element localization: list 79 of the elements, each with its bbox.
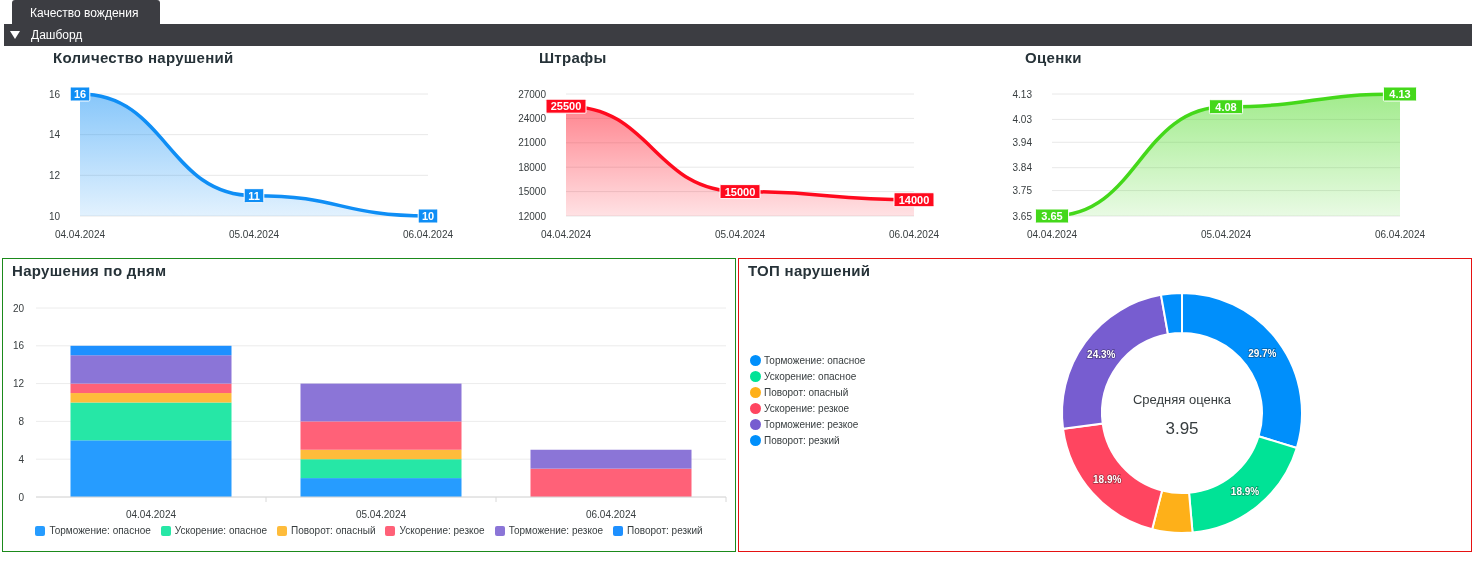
axis-label: 18000 — [518, 161, 546, 173]
axis-label: 12000 — [518, 210, 546, 222]
axis-label: 04.04.2024 — [54, 229, 106, 240]
axis-label: 8 — [18, 415, 24, 427]
axis-label: 05.04.2024 — [355, 509, 407, 520]
axis-label: 06.04.2024 — [888, 229, 940, 240]
axis-label: 3.65 — [1012, 210, 1032, 222]
data-label: 16 — [69, 86, 91, 102]
axis-label: 06.04.2024 — [585, 509, 637, 520]
axis-label: 04.04.2024 — [540, 229, 592, 240]
data-label: 4.08 — [1208, 99, 1244, 115]
axis-label: 06.04.2024 — [1374, 229, 1426, 240]
panel-title: Нарушения по дням — [11, 261, 168, 281]
axis-label: 21000 — [518, 137, 546, 149]
data-label: 4.13 — [1389, 88, 1411, 100]
legend-label: Поворот: резкий — [627, 525, 703, 536]
legend-label: Торможение: резкое — [764, 418, 859, 430]
data-label: 10 — [417, 208, 439, 224]
data-label: 25500 — [550, 100, 582, 113]
legend-label: Торможение: опасное — [764, 354, 866, 366]
slice-label: 18.9% — [1230, 485, 1260, 497]
legend-label: Ускорение: опасное — [174, 525, 268, 536]
axis-label: 3.75 — [1012, 185, 1032, 197]
data-label: 11 — [243, 188, 265, 204]
axis-label: 14 — [48, 129, 60, 141]
data-label: 10 — [421, 210, 435, 222]
legend-label: Поворот: опасный — [764, 386, 849, 398]
axis-label: 04.04.2024 — [1026, 229, 1078, 240]
legend-label: Поворот: резкий — [764, 434, 840, 446]
legend-label: Ускорение: опасное — [764, 370, 857, 382]
axis-label: 3.84 — [1012, 162, 1032, 174]
data-label: 14000 — [893, 192, 935, 208]
data-label: 14000 — [898, 193, 930, 206]
axis-label: 12 — [12, 378, 24, 390]
data-label: 3.65 — [1034, 208, 1070, 224]
axis-label: 05.04.2024 — [714, 229, 766, 240]
axis-label: 20 — [12, 302, 24, 314]
collapse-icon — [10, 30, 20, 40]
axis-label: 05.04.2024 — [1200, 229, 1252, 240]
axis-label: 0 — [18, 491, 24, 503]
axis-label: 16 — [48, 88, 60, 100]
section-header[interactable]: Дашборд — [4, 24, 1472, 46]
chart-title: Количество нарушений — [52, 48, 235, 68]
axis-label: 04.04.2024 — [125, 509, 177, 520]
axis-label: 4.13 — [1012, 88, 1032, 100]
legend-label: Торможение: резкое — [508, 525, 603, 536]
axis-label: 10 — [48, 210, 60, 222]
panel-title: ТОП нарушений — [747, 261, 872, 281]
axis-label: 4 — [18, 453, 24, 465]
legend-label: Торможение: опасное — [49, 525, 151, 536]
data-label: 15000 — [724, 185, 756, 198]
data-label: 4.13 — [1382, 86, 1418, 102]
data-label: 16 — [73, 88, 87, 100]
axis-label: 06.04.2024 — [402, 229, 454, 240]
data-label: 15000 — [719, 184, 761, 200]
section-title: Дашборд — [31, 28, 83, 42]
axis-label: 12 — [48, 169, 60, 181]
data-label: 4.08 — [1215, 100, 1237, 113]
axis-label: 05.04.2024 — [228, 229, 280, 240]
slice-label: 29.7% — [1248, 348, 1277, 360]
center-value: 3.95 — [1165, 419, 1199, 438]
center-label: Средняя оценка — [1132, 392, 1232, 407]
chart-title: Оценки — [1024, 48, 1083, 68]
axis-label: 16 — [12, 340, 24, 352]
data-label: 25500 — [545, 98, 587, 114]
data-label: 11 — [248, 189, 260, 202]
axis-label: 24000 — [518, 112, 546, 124]
tab[interactable]: Качество вождения — [12, 0, 160, 24]
slice-label: 18.9% — [1093, 474, 1122, 486]
slice-label: 24.3% — [1087, 348, 1116, 360]
axis-label: 15000 — [518, 186, 546, 198]
data-label: 3.65 — [1041, 210, 1063, 222]
legend-label: Ускорение: резкое — [399, 525, 485, 536]
axis-label: 3.94 — [1012, 136, 1032, 148]
legend-label: Поворот: опасный — [291, 525, 376, 536]
chart-title: Штрафы — [538, 48, 608, 68]
axis-label: 4.03 — [1012, 113, 1032, 125]
legend-label: Ускорение: резкое — [764, 402, 850, 414]
axis-label: 27000 — [518, 88, 546, 100]
